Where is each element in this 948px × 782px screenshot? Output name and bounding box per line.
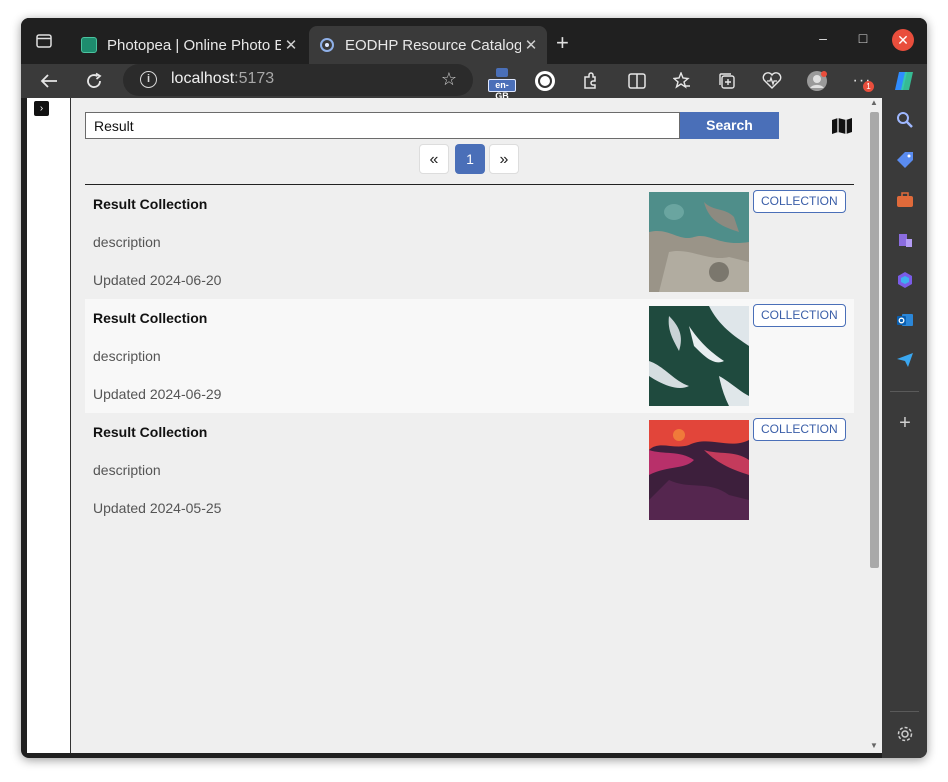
- result-thumbnail: [649, 420, 749, 520]
- m365-icon[interactable]: [894, 269, 916, 291]
- eodhp-logo-icon: [319, 37, 335, 53]
- tab-photopea[interactable]: Photopea | Online Photo Editor ✕: [71, 26, 307, 64]
- url-port: :5173: [234, 70, 275, 87]
- left-panel: ›: [27, 98, 71, 753]
- close-tab-icon[interactable]: ✕: [521, 36, 541, 54]
- minimize-button[interactable]: –: [812, 30, 834, 46]
- shopping-tag-icon[interactable]: [894, 149, 916, 171]
- collection-badge[interactable]: COLLECTION: [753, 418, 846, 441]
- sidebar-divider: [890, 391, 919, 392]
- close-tab-icon[interactable]: ✕: [281, 36, 301, 54]
- outlook-icon[interactable]: [894, 309, 916, 331]
- collection-badge[interactable]: COLLECTION: [753, 304, 846, 327]
- translate-badge: en-GB: [488, 79, 516, 101]
- reader-extension-icon[interactable]: [532, 68, 558, 94]
- add-icon[interactable]: +: [894, 412, 916, 434]
- favorites-icon[interactable]: [669, 68, 695, 94]
- favorite-star-icon[interactable]: ☆: [441, 69, 457, 90]
- scroll-down-icon[interactable]: ▼: [870, 741, 878, 750]
- maximize-button[interactable]: □: [852, 30, 874, 46]
- result-title[interactable]: Result Collection: [93, 424, 207, 440]
- scroll-up-icon[interactable]: ▲: [870, 98, 878, 107]
- result-description: description: [93, 462, 161, 478]
- result-description: description: [93, 348, 161, 364]
- pagination-prev-button[interactable]: «: [419, 144, 449, 174]
- browser-essentials-icon[interactable]: [759, 68, 785, 94]
- copilot-icon[interactable]: [891, 68, 917, 94]
- back-icon[interactable]: [36, 68, 62, 94]
- result-item[interactable]: Result Collection description Updated 20…: [85, 299, 854, 413]
- tools-icon[interactable]: [894, 189, 916, 211]
- address-bar[interactable]: i localhost:5173 ☆: [123, 64, 473, 96]
- pagination-next-button[interactable]: »: [489, 144, 519, 174]
- result-thumbnail: [649, 306, 749, 406]
- result-description: description: [93, 234, 161, 250]
- result-updated: Updated 2024-06-20: [93, 272, 222, 288]
- result-updated: Updated 2024-06-29: [93, 386, 222, 402]
- search-icon[interactable]: [894, 109, 916, 131]
- tab-title: EODHP Resource Catalogue: [345, 36, 521, 54]
- browser-toolbar: i localhost:5173 ☆ en-GB ··· 1: [21, 64, 927, 101]
- collections-icon[interactable]: [714, 68, 740, 94]
- photopea-icon: [81, 37, 97, 53]
- close-window-button[interactable]: ✕: [892, 29, 914, 51]
- collection-badge[interactable]: COLLECTION: [753, 190, 846, 213]
- translate-extension-icon[interactable]: en-GB: [487, 68, 517, 101]
- search-input[interactable]: [85, 112, 680, 139]
- games-icon[interactable]: [894, 229, 916, 251]
- url-host: localhost: [171, 70, 235, 87]
- site-info-icon[interactable]: i: [140, 71, 157, 88]
- edge-sidebar: +: [882, 98, 927, 758]
- tab-eodhp[interactable]: EODHP Resource Catalogue ✕: [309, 26, 547, 64]
- browser-window: Photopea | Online Photo Editor ✕ EODHP R…: [21, 18, 927, 758]
- new-tab-button[interactable]: +: [556, 30, 569, 56]
- pagination-current-page[interactable]: 1: [455, 144, 485, 174]
- result-item[interactable]: Result Collection description Updated 20…: [85, 413, 854, 527]
- search-button[interactable]: Search: [680, 112, 779, 139]
- extensions-icon[interactable]: [577, 68, 603, 94]
- reload-icon[interactable]: [81, 68, 107, 94]
- more-menu-icon[interactable]: ··· 1: [849, 68, 875, 94]
- result-title[interactable]: Result Collection: [93, 310, 207, 326]
- url-text: localhost:5173: [171, 70, 274, 88]
- result-thumbnail: [649, 192, 749, 292]
- catalogue-main: Search « 1 » Result Collection descripti…: [71, 98, 867, 753]
- panel-toggle-icon[interactable]: ›: [34, 101, 49, 116]
- map-icon[interactable]: [831, 117, 853, 135]
- scroll-thumb[interactable]: [870, 112, 879, 568]
- result-updated: Updated 2024-05-25: [93, 500, 222, 516]
- profile-avatar[interactable]: [804, 68, 830, 94]
- send-icon[interactable]: [894, 349, 916, 371]
- tab-title: Photopea | Online Photo Editor: [107, 36, 281, 54]
- tab-actions-icon[interactable]: [31, 29, 57, 53]
- page-content: › Search « 1 » Result Collection descrip…: [27, 98, 882, 753]
- result-title[interactable]: Result Collection: [93, 196, 207, 212]
- result-item[interactable]: Result Collection description Updated 20…: [85, 185, 854, 299]
- tab-bar: Photopea | Online Photo Editor ✕ EODHP R…: [21, 18, 927, 64]
- page-scrollbar[interactable]: ▲ ▼: [867, 98, 882, 753]
- sidebar-divider: [890, 711, 919, 712]
- split-screen-icon[interactable]: [624, 68, 650, 94]
- settings-gear-icon[interactable]: [894, 723, 916, 745]
